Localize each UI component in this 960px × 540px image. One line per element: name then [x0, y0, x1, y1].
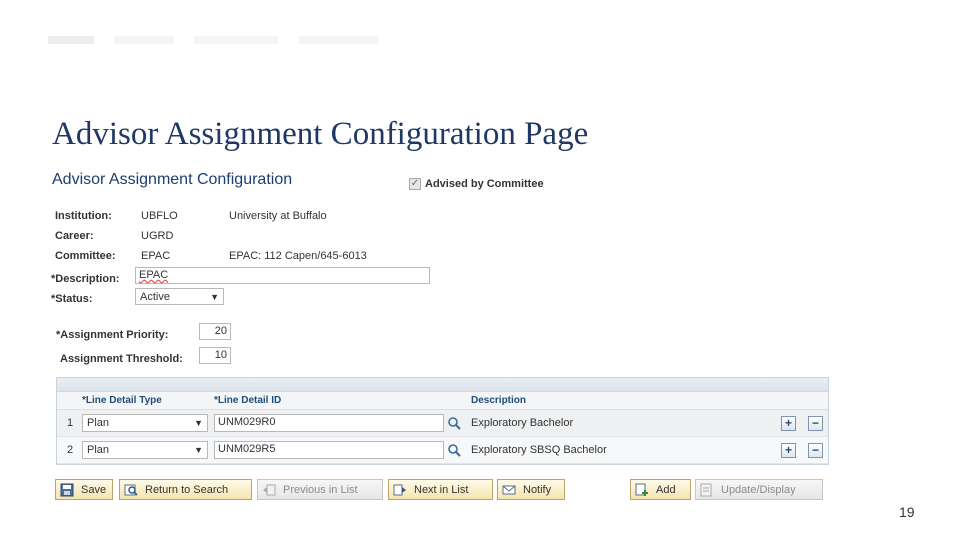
description-label: *Description: — [51, 273, 120, 285]
previous-in-list-label: Previous in List — [283, 483, 358, 496]
assignment-priority-input[interactable]: 20 — [199, 323, 231, 340]
dropdown-arrow-icon: ▼ — [210, 291, 219, 302]
delete-row-button[interactable]: − — [808, 416, 823, 431]
committee-label: Committee: — [55, 250, 116, 262]
save-label: Save — [81, 483, 107, 496]
add-row-button[interactable]: + — [781, 416, 796, 431]
add-button[interactable]: Add — [630, 479, 691, 500]
delete-row-button[interactable]: − — [808, 443, 823, 458]
career-label: Career: — [55, 230, 94, 242]
committee-code: EPAC — [141, 250, 171, 262]
floppy-disk-icon — [60, 483, 74, 496]
status-select[interactable]: Active ▼ — [135, 288, 224, 305]
next-in-list-label: Next in List — [414, 483, 469, 496]
checkbox-checked-icon[interactable]: ✓ — [409, 178, 421, 190]
previous-list-icon — [263, 484, 276, 495]
line-detail-type-value: Plan — [87, 444, 110, 456]
search-return-icon — [124, 484, 138, 496]
line-detail-type-value: Plan — [87, 417, 110, 429]
line-detail-description: Exploratory SBSQ Bachelor — [471, 444, 607, 456]
return-to-search-button[interactable]: Return to Search — [119, 479, 252, 500]
update-display-button[interactable]: Update/Display — [695, 479, 823, 500]
slide-title: Advisor Assignment Configuration Page — [52, 116, 589, 152]
advised-by-committee-label: Advised by Committee — [425, 178, 544, 190]
table-row: 1 Plan ▼ UNM029R0 Exploratory Bachelor +… — [57, 410, 828, 437]
row-number: 2 — [67, 444, 74, 456]
line-detail-id-input[interactable]: UNM029R5 — [214, 441, 444, 459]
add-page-icon — [635, 483, 648, 496]
line-detail-description: Exploratory Bachelor — [471, 417, 574, 429]
page-title: Advisor Assignment Configuration — [52, 171, 293, 188]
assignment-priority-label: *Assignment Priority: — [56, 329, 169, 341]
add-label: Add — [656, 483, 676, 496]
return-to-search-label: Return to Search — [145, 483, 229, 496]
table-row: 2 Plan ▼ UNM029R5 Exploratory SBSQ Bache… — [57, 437, 828, 464]
grid-toolbar — [57, 378, 828, 392]
line-detail-type-select[interactable]: Plan ▼ — [82, 414, 208, 432]
institution-code: UBFLO — [141, 210, 178, 222]
magnifier-icon[interactable] — [447, 416, 461, 430]
previous-in-list-button[interactable]: Previous in List — [257, 479, 383, 500]
career-code: UGRD — [141, 230, 174, 242]
add-row-button[interactable]: + — [781, 443, 796, 458]
assignment-threshold-label: Assignment Threshold: — [60, 353, 183, 365]
line-detail-type-select[interactable]: Plan ▼ — [82, 441, 208, 459]
status-value: Active — [140, 290, 170, 303]
assignment-threshold-input[interactable]: 10 — [199, 347, 231, 364]
advised-by-committee-field[interactable]: ✓ Advised by Committee — [409, 178, 544, 190]
column-line-detail-type: *Line Detail Type — [82, 395, 162, 406]
line-detail-id-input[interactable]: UNM029R0 — [214, 414, 444, 432]
save-button[interactable]: Save — [55, 479, 113, 500]
dropdown-arrow-icon: ▼ — [194, 418, 203, 428]
update-display-label: Update/Display — [721, 483, 796, 496]
institution-label: Institution: — [55, 210, 112, 222]
notify-button[interactable]: Notify — [497, 479, 565, 500]
column-description: Description — [471, 395, 527, 406]
notify-envelope-icon — [502, 485, 516, 494]
next-list-icon — [393, 484, 406, 495]
grid-header-row: *Line Detail Type *Line Detail ID Descri… — [57, 392, 828, 410]
page-number: 19 — [899, 504, 915, 520]
update-display-icon — [700, 483, 712, 496]
description-input[interactable]: EPAC — [135, 267, 430, 284]
line-detail-grid: *Line Detail Type *Line Detail ID Descri… — [56, 377, 829, 465]
faint-header-strip — [48, 36, 378, 44]
magnifier-icon[interactable] — [447, 443, 461, 457]
status-label: *Status: — [51, 293, 93, 305]
dropdown-arrow-icon: ▼ — [194, 445, 203, 455]
committee-description: EPAC: 112 Capen/645-6013 — [229, 250, 367, 262]
institution-description: University at Buffalo — [229, 210, 327, 222]
column-line-detail-id: *Line Detail ID — [214, 395, 282, 406]
next-in-list-button[interactable]: Next in List — [388, 479, 493, 500]
notify-label: Notify — [523, 483, 552, 496]
row-number: 1 — [67, 417, 74, 429]
